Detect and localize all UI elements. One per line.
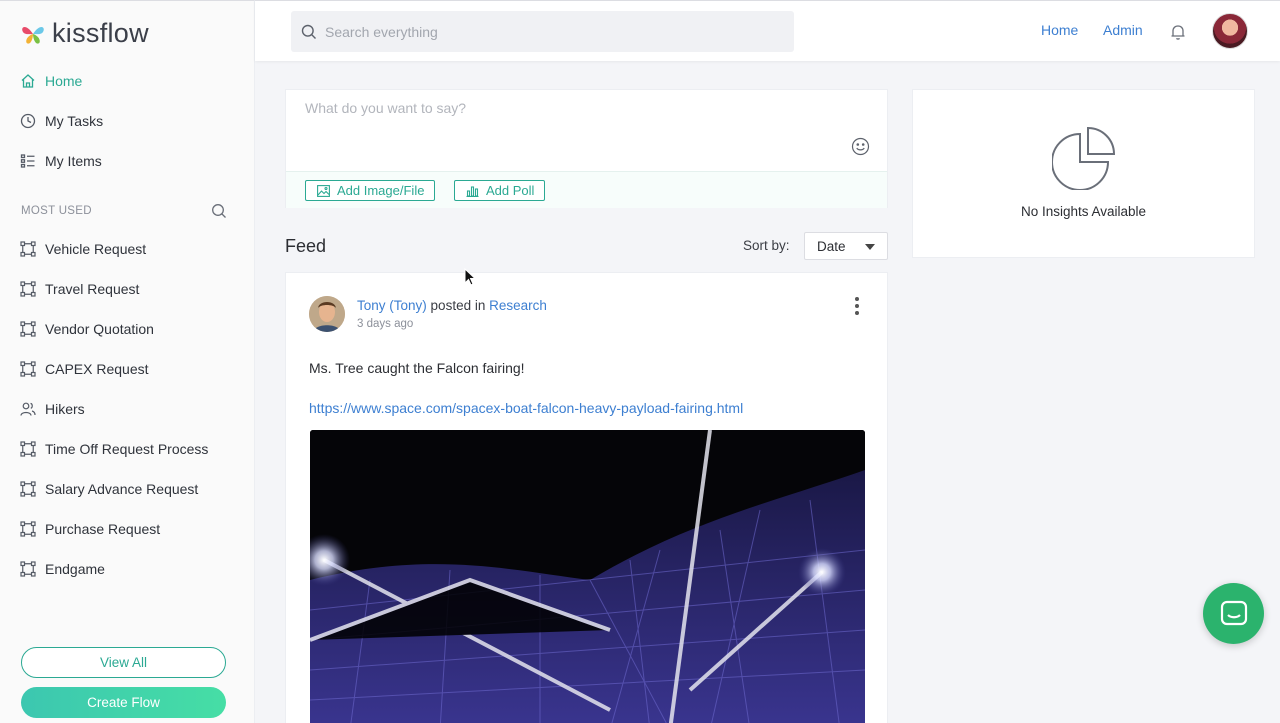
home-link[interactable]: Home — [1041, 22, 1078, 38]
no-insights-text: No Insights Available — [1020, 204, 1147, 219]
post-image[interactable] — [310, 430, 865, 723]
nav-item-my-items[interactable]: My Items — [20, 141, 235, 181]
kissflow-logo-icon — [22, 26, 44, 44]
user-avatar[interactable] — [1212, 13, 1248, 49]
nav-item-my-tasks[interactable]: My Tasks — [20, 101, 235, 141]
flow-label: CAPEX Request — [45, 361, 149, 377]
flow-label: Endgame — [45, 561, 105, 577]
home-icon — [20, 73, 36, 89]
most-used-header: MOST USED — [21, 201, 227, 221]
post-timestamp: 3 days ago — [357, 318, 414, 330]
main-nav: Home My Tasks My Items — [20, 61, 235, 181]
flow-icon — [20, 561, 36, 577]
post-header: Tony (Tony) posted in Research — [357, 298, 547, 313]
sort-label: Sort by: — [743, 238, 790, 253]
add-image-label: Add Image/File — [337, 183, 425, 198]
flow-icon — [20, 481, 36, 497]
flow-item-endgame[interactable]: Endgame — [20, 549, 235, 589]
flow-label: Hikers — [45, 401, 85, 417]
group-link[interactable]: Research — [489, 298, 547, 313]
section-title: MOST USED — [21, 205, 92, 217]
flow-icon — [20, 521, 36, 537]
flow-icon — [20, 281, 36, 297]
search-icon[interactable] — [211, 203, 227, 219]
add-poll-label: Add Poll — [486, 183, 535, 198]
flow-item-hikers[interactable]: Hikers — [20, 389, 235, 429]
flow-label: Vehicle Request — [45, 241, 147, 257]
add-image-button[interactable]: Add Image/File — [305, 180, 436, 201]
flow-icon — [20, 321, 36, 337]
flow-icon — [20, 241, 36, 257]
insights-panel: No Insights Available — [912, 89, 1255, 258]
clock-icon — [20, 113, 36, 129]
pie-chart-icon — [1052, 126, 1116, 190]
add-poll-button[interactable]: Add Poll — [454, 180, 546, 201]
view-all-button[interactable]: View All — [21, 647, 226, 678]
people-icon — [20, 401, 36, 417]
mouse-cursor-icon — [464, 268, 476, 286]
flow-item-salary-advance-request[interactable]: Salary Advance Request — [20, 469, 235, 509]
nav-label: Home — [45, 73, 83, 89]
post-url-link[interactable]: https://www.space.com/spacex-boat-falcon… — [309, 400, 743, 416]
post-composer: Add Image/File Add Poll — [285, 89, 888, 208]
bar-chart-icon — [466, 185, 479, 197]
posted-in-text: posted in — [430, 298, 486, 313]
nav-item-home[interactable]: Home — [20, 61, 235, 101]
feed-title: Feed — [285, 236, 327, 256]
admin-link[interactable]: Admin — [1103, 22, 1143, 38]
flow-item-travel-request[interactable]: Travel Request — [20, 269, 235, 309]
flow-item-capex-request[interactable]: CAPEX Request — [20, 349, 235, 389]
flow-item-time-off-request-process[interactable]: Time Off Request Process — [20, 429, 235, 469]
bell-icon[interactable] — [1169, 23, 1187, 41]
kissflow-logo[interactable]: kissflow — [20, 18, 149, 49]
chat-icon — [1220, 600, 1247, 625]
author-avatar[interactable] — [309, 296, 345, 332]
flow-item-vehicle-request[interactable]: Vehicle Request — [20, 229, 235, 269]
chat-launcher-button[interactable] — [1203, 583, 1264, 644]
flow-item-purchase-request[interactable]: Purchase Request — [20, 509, 235, 549]
more-options-icon[interactable] — [852, 297, 862, 315]
sidebar: kissflow Home My Tasks My Items MOST USE… — [0, 0, 255, 723]
post-body: Ms. Tree caught the Falcon fairing! — [309, 360, 525, 376]
composer-actions: Add Image/File Add Poll — [286, 171, 887, 208]
flow-icon — [20, 441, 36, 457]
flow-label: Salary Advance Request — [45, 481, 199, 497]
sort-value: Date — [817, 238, 846, 254]
flow-label: Time Off Request Process — [45, 441, 209, 457]
post-input[interactable] — [286, 90, 887, 170]
flow-label: Purchase Request — [45, 521, 161, 537]
create-flow-button[interactable]: Create Flow — [21, 687, 226, 718]
most-used-list: Vehicle Request Travel Request Vendor Qu… — [20, 229, 235, 589]
caret-down-icon — [865, 244, 875, 250]
sort-select[interactable]: Date — [804, 232, 888, 260]
flow-label: Vendor Quotation — [45, 321, 154, 337]
author-link[interactable]: Tony (Tony) — [357, 298, 427, 313]
global-search[interactable] — [291, 11, 794, 52]
app-name: kissflow — [52, 18, 149, 48]
emoji-icon[interactable] — [851, 137, 870, 156]
nav-label: My Items — [45, 153, 102, 169]
top-bar: Home Admin — [255, 0, 1280, 61]
nav-label: My Tasks — [45, 113, 104, 129]
feed-post: Tony (Tony) posted in Research 3 days ag… — [285, 272, 888, 723]
flow-item-vendor-quotation[interactable]: Vendor Quotation — [20, 309, 235, 349]
list-icon — [20, 153, 36, 169]
search-input[interactable] — [325, 23, 765, 40]
search-icon — [301, 24, 316, 39]
image-icon — [317, 184, 330, 197]
flow-icon — [20, 361, 36, 377]
flow-label: Travel Request — [45, 281, 140, 297]
